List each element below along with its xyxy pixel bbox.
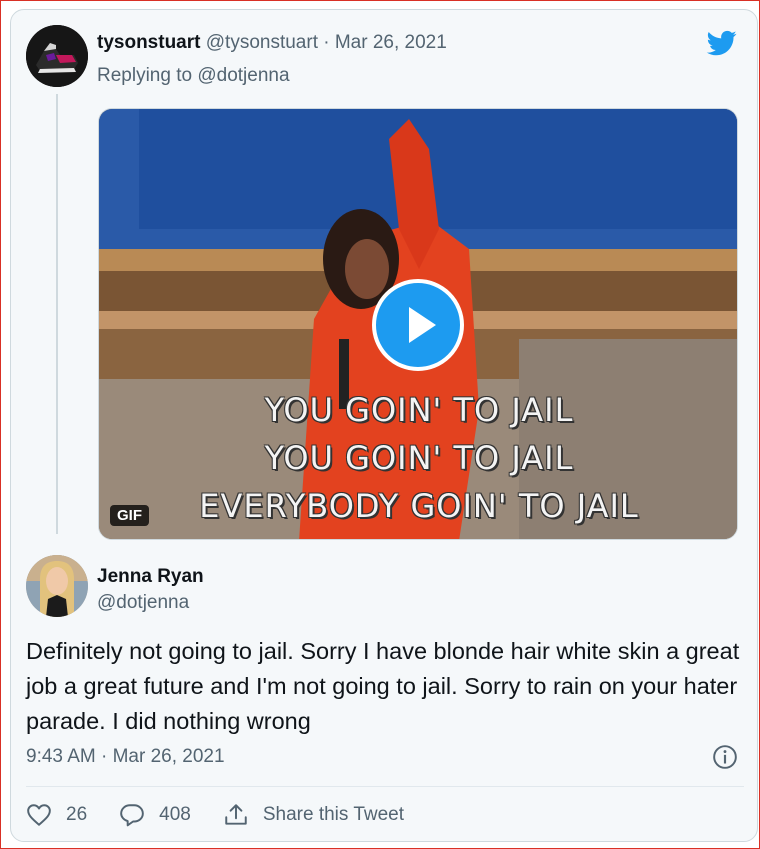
jenna-ryan-avatar[interactable] bbox=[26, 555, 88, 617]
reply-date[interactable]: Mar 26, 2021 bbox=[335, 32, 447, 53]
reply-handle[interactable]: @tysonstuart bbox=[206, 32, 318, 53]
like-button[interactable]: 26 bbox=[26, 802, 87, 828]
reply-tweet-header: tysonstuart @tysonstuart · Mar 26, 2021 bbox=[97, 32, 447, 54]
replying-to-line: Replying to @dotjenna bbox=[97, 65, 290, 87]
tweet-text: Definitely not going to jail. Sorry I ha… bbox=[26, 638, 740, 734]
twitter-bird-icon[interactable] bbox=[705, 28, 739, 58]
main-handle[interactable]: @dotjenna bbox=[97, 592, 189, 614]
heart-icon bbox=[27, 804, 51, 826]
tweet-timestamp[interactable]: 9:43 AM · Mar 26, 2021 bbox=[26, 746, 225, 768]
action-bar: 26 408 Share this Tweet bbox=[26, 800, 436, 830]
reply-count: 408 bbox=[159, 804, 191, 825]
reply-display-name[interactable]: tysonstuart bbox=[97, 32, 200, 53]
main-display-name[interactable]: Jenna Ryan bbox=[97, 566, 204, 588]
share-icon bbox=[225, 804, 247, 825]
reply-button[interactable]: 408 bbox=[119, 802, 191, 828]
reply-separator: · bbox=[323, 32, 330, 53]
play-icon bbox=[409, 307, 436, 343]
speech-bubble-icon bbox=[120, 804, 144, 827]
like-count: 26 bbox=[66, 804, 88, 825]
replying-prefix: Replying to bbox=[97, 65, 193, 86]
gif-media[interactable]: YOU GOIN' TO JAIL YOU GOIN' TO JAIL EVER… bbox=[98, 108, 738, 540]
gif-badge: GIF bbox=[110, 505, 149, 526]
play-button[interactable] bbox=[372, 279, 464, 371]
gif-caption-line-1: YOU GOIN' TO JAIL bbox=[264, 391, 574, 429]
share-button[interactable]: Share this Tweet bbox=[223, 802, 404, 828]
tweet-card[interactable]: tysonstuart @tysonstuart · Mar 26, 2021 … bbox=[10, 9, 758, 842]
tysonstuart-avatar[interactable] bbox=[26, 25, 88, 87]
replying-handle-link[interactable]: @dotjenna bbox=[197, 65, 289, 86]
gif-caption-line-2: YOU GOIN' TO JAIL bbox=[264, 439, 574, 477]
action-divider bbox=[26, 786, 744, 787]
share-label: Share this Tweet bbox=[262, 804, 405, 825]
gif-caption-line-3: EVERYBODY GOIN' TO JAIL bbox=[199, 487, 639, 525]
info-icon[interactable] bbox=[712, 744, 738, 770]
screenshot-frame: tysonstuart @tysonstuart · Mar 26, 2021 … bbox=[0, 0, 760, 849]
thread-line bbox=[56, 94, 58, 534]
